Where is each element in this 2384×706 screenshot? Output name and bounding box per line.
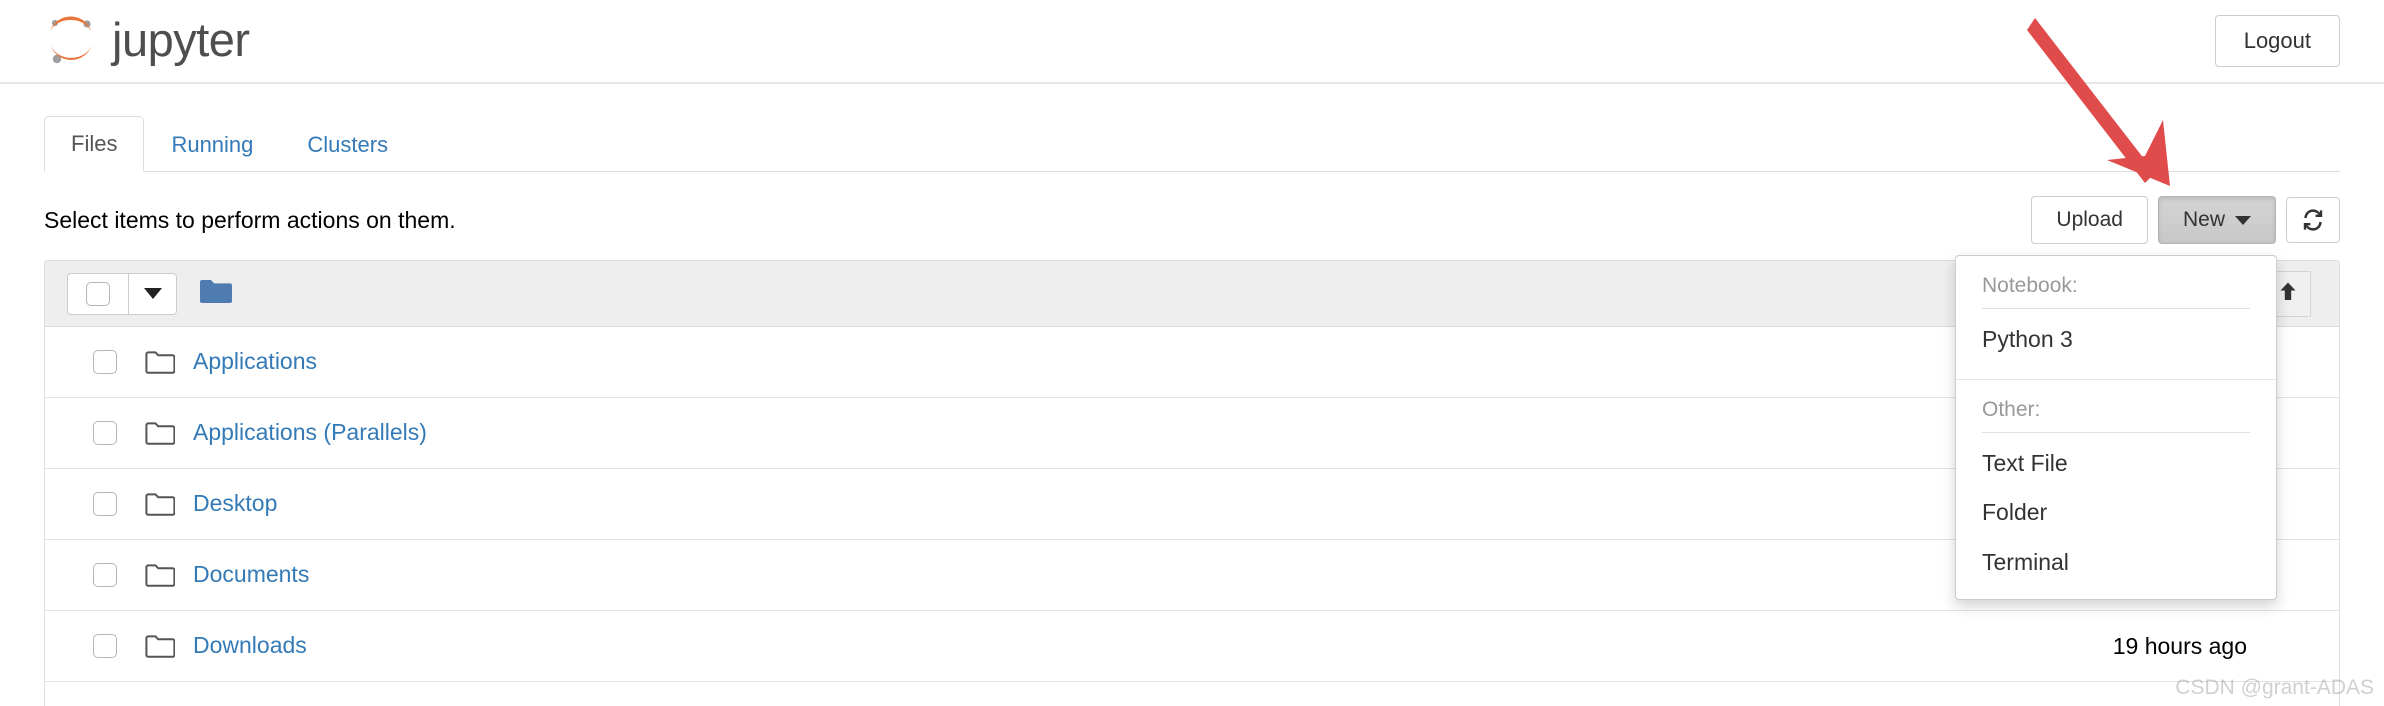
table-row: HydraLog10 days ago (45, 682, 2339, 706)
table-row: Downloads 19 hours ago (45, 611, 2339, 682)
dropdown-section-header-notebook: Notebook: (1982, 274, 2078, 297)
select-all-group (67, 272, 177, 315)
folder-outline-icon (145, 350, 175, 375)
jupyter-file-browser-page: jupyter Logout Files Running Clusters Se… (0, 0, 2384, 706)
jupyter-logo-icon (44, 14, 98, 68)
brand-name: jupyter (112, 12, 250, 66)
action-bar: Select items to perform actions on them.… (0, 172, 2384, 246)
row-checkbox[interactable] (93, 634, 117, 658)
selection-hint: Select items to perform actions on them. (44, 206, 456, 233)
folder-outline-icon (145, 563, 175, 588)
header-actions: Logout (2214, 14, 2340, 68)
select-menu-button[interactable] (129, 272, 177, 315)
caret-down-icon (2235, 216, 2251, 226)
folder-filled-icon (199, 277, 233, 310)
dropdown-section-header-other: Other: (1982, 397, 2041, 421)
checkbox-icon (86, 281, 110, 306)
tabs-section: Files Running Clusters (0, 84, 2384, 172)
select-all-checkbox[interactable] (67, 272, 129, 315)
tab-files[interactable]: Files (44, 115, 145, 172)
dropdown-item-python-3[interactable]: Python 3 (1956, 315, 2276, 365)
action-bar-buttons: Upload New (2031, 196, 2340, 244)
dropdown-item-folder[interactable]: Folder (1956, 488, 2276, 538)
row-checkbox[interactable] (93, 563, 117, 587)
file-modified: 19 hours ago (2112, 632, 2247, 659)
dropdown-item-terminal[interactable]: Terminal (1956, 538, 2276, 588)
folder-outline-icon (145, 492, 175, 517)
new-button-label: New (2182, 208, 2225, 232)
refresh-button[interactable] (2286, 197, 2340, 243)
brand-logo[interactable]: jupyter (44, 14, 250, 68)
logout-button[interactable]: Logout (2214, 14, 2340, 68)
folder-outline-icon (145, 421, 175, 446)
dropdown-item-text-file[interactable]: Text File (1956, 439, 2276, 489)
page-header: jupyter Logout (0, 0, 2384, 84)
row-checkbox[interactable] (93, 421, 117, 445)
file-link[interactable]: Desktop (193, 490, 277, 518)
new-dropdown-menu: Notebook: Python 3 Other: Text File Fold… (1955, 255, 2277, 601)
folder-outline-icon (145, 634, 175, 659)
tab-bar: Files Running Clusters (44, 115, 2340, 172)
row-checkbox[interactable] (93, 350, 117, 374)
row-checkbox[interactable] (93, 492, 117, 516)
file-link[interactable]: Applications (193, 348, 317, 376)
dropdown-rule (1982, 308, 2250, 309)
new-button[interactable]: New (2157, 196, 2276, 244)
file-link[interactable]: Documents (193, 561, 309, 589)
dropdown-rule (1982, 431, 2250, 433)
breadcrumb[interactable] (199, 277, 233, 310)
caret-down-icon (143, 288, 162, 299)
dropdown-divider (1956, 378, 2276, 380)
arrow-up-icon (2276, 279, 2300, 308)
file-link[interactable]: Applications (Parallels) (193, 419, 427, 447)
tab-running[interactable]: Running (144, 117, 280, 172)
refresh-icon (2300, 207, 2326, 233)
upload-button[interactable]: Upload (2031, 196, 2148, 244)
file-link[interactable]: Downloads (193, 632, 307, 660)
tab-clusters[interactable]: Clusters (280, 117, 415, 172)
